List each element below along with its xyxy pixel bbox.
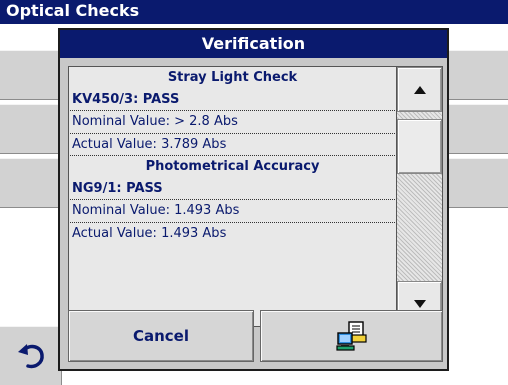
cancel-button-label: Cancel <box>132 327 189 345</box>
screen-title: Optical Checks <box>0 0 508 24</box>
check-status: NG9/1: PASS <box>72 180 163 196</box>
back-button[interactable] <box>0 326 62 385</box>
scrollbar[interactable] <box>397 66 443 327</box>
nominal-value: Nominal Value: > 2.8 Abs <box>72 114 238 129</box>
verification-dialog: Verification Stray Light Check KV450/3: … <box>58 28 449 371</box>
section-heading: Stray Light Check <box>167 70 298 85</box>
triangle-down-icon <box>413 299 426 308</box>
scroll-thumb[interactable] <box>397 119 442 174</box>
results-list[interactable]: Stray Light Check KV450/3: PASS Nominal … <box>68 66 397 327</box>
actual-value: Actual Value: 1.493 Abs <box>72 225 227 241</box>
back-arrow-icon <box>17 344 44 369</box>
triangle-up-icon <box>413 85 426 94</box>
dialog-title: Verification <box>60 30 447 58</box>
computer-printer-icon <box>335 321 367 351</box>
actual-value: Actual Value: 3.789 Abs <box>72 136 227 152</box>
section-heading: Photometrical Accuracy <box>145 159 320 174</box>
print-button[interactable] <box>260 310 443 362</box>
nominal-value: Nominal Value: 1.493 Abs <box>72 203 240 218</box>
scroll-up-button[interactable] <box>397 67 442 112</box>
cancel-button[interactable]: Cancel <box>68 310 254 362</box>
check-status: KV450/3: PASS <box>72 91 180 107</box>
